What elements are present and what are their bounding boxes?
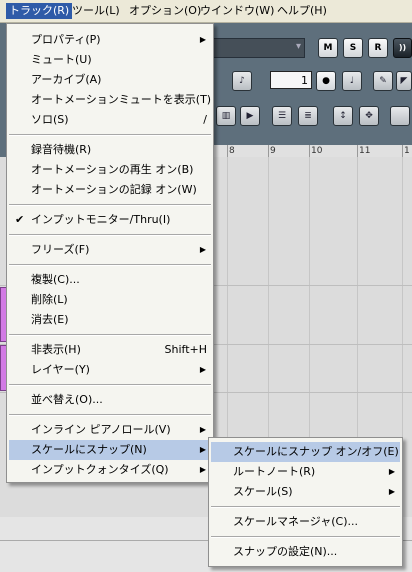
submenu-arrow-icon: ▶ <box>199 35 206 44</box>
menu-separator <box>9 204 211 206</box>
menu-item-input-quantize[interactable]: インプットクォンタイズ(Q) ▶ <box>9 460 211 480</box>
toolbar-button[interactable] <box>390 106 410 126</box>
menu-track[interactable]: トラック(R) <box>6 3 73 19</box>
menu-separator <box>9 134 211 136</box>
menu-item-properties[interactable]: プロパティ(P) ▶ <box>9 30 211 50</box>
speaker-icon[interactable]: ♪ <box>232 71 252 91</box>
snap-to-scale-submenu: スケールにスナップ オン/オフ(E) ルートノート(R) ▶ スケール(S) ▶ ス… <box>208 437 403 567</box>
list-icon[interactable]: ≣ <box>298 106 318 126</box>
menu-item-duplicate[interactable]: 複製(C)... <box>9 270 211 290</box>
menu-item-hide[interactable]: 非表示(H) Shift+H <box>9 340 211 360</box>
menu-item-sort[interactable]: 並べ替え(O)... <box>9 390 211 410</box>
mute-button[interactable]: M <box>318 38 338 58</box>
grid-icon[interactable]: ▥ <box>216 106 236 126</box>
ruler-mark: 8 <box>229 146 235 156</box>
menu-separator <box>9 414 211 416</box>
menu-item-archive[interactable]: アーカイブ(A) <box>9 70 211 90</box>
submenu-arrow-icon: ▶ <box>388 467 395 476</box>
menu-bar: トラック(R) ツール(L) オプション(O) ウインドウ(W) ヘルプ(H) <box>0 0 412 23</box>
check-icon: ✔ <box>15 213 25 226</box>
menu-separator <box>9 384 211 386</box>
menu-item-erase[interactable]: 消去(E) <box>9 310 211 330</box>
submenu-arrow-icon: ▶ <box>199 365 206 374</box>
fit-all-icon[interactable]: ✥ <box>359 106 379 126</box>
menu-item-automation-record[interactable]: オートメーションの記録 オン(W) <box>9 180 211 200</box>
track-menu: プロパティ(P) ▶ ミュート(U) アーカイブ(A) オートメーションミュートを… <box>6 23 214 483</box>
menu-item-inline-piano-roll[interactable]: インライン ピアノロール(V) ▶ <box>9 420 211 440</box>
menu-item-layer[interactable]: レイヤー(Y) ▶ <box>9 360 211 380</box>
number-field[interactable]: 1 <box>270 71 312 89</box>
pencil-icon[interactable]: ✎ <box>373 71 393 91</box>
menu-item-root-note[interactable]: ルートノート(R) ▶ <box>211 462 400 482</box>
submenu-arrow-icon: ▶ <box>388 487 395 496</box>
submenu-arrow-icon: ▶ <box>199 445 206 454</box>
ruler-mark: 1 <box>404 146 410 156</box>
paint-icon[interactable]: ◤ <box>396 71 412 91</box>
menu-separator <box>9 334 211 336</box>
menu-item-show-automation-mute[interactable]: オートメーションミュートを表示(T) <box>9 90 211 110</box>
menu-separator <box>9 234 211 236</box>
menu-item-solo[interactable]: ソロ(S) / <box>9 110 211 130</box>
submenu-arrow-icon: ▶ <box>199 245 206 254</box>
note-edit-icon[interactable]: ♩ <box>342 71 362 91</box>
select-icon[interactable]: ▶ <box>240 106 260 126</box>
list-icon[interactable]: ☰ <box>272 106 292 126</box>
menu-tools[interactable]: ツール(L) <box>69 3 123 19</box>
menu-item-automation-play[interactable]: オートメーションの再生 オン(B) <box>9 160 211 180</box>
menu-item-mute[interactable]: ミュート(U) <box>9 50 211 70</box>
track-select[interactable]: ▾ <box>210 38 305 58</box>
menu-item-scale-manager[interactable]: スケールマネージャ(C)... <box>211 512 400 532</box>
menu-item-scale[interactable]: スケール(S) ▶ <box>211 482 400 502</box>
ruler-mark: 11 <box>359 146 371 156</box>
menu-window[interactable]: ウインドウ(W) <box>197 3 277 19</box>
menu-item-delete[interactable]: 削除(L) <box>9 290 211 310</box>
menu-item-freeze[interactable]: フリーズ(F) ▶ <box>9 240 211 260</box>
record-arm-button[interactable]: R <box>368 38 388 58</box>
menu-item-record-arm[interactable]: 録音待機(R) <box>9 140 211 160</box>
ruler-mark: 9 <box>270 146 276 156</box>
menu-separator <box>9 264 211 266</box>
menu-separator <box>211 536 400 538</box>
menu-options[interactable]: オプション(O) <box>126 3 204 19</box>
chevron-down-icon: ▾ <box>295 41 301 52</box>
submenu-arrow-icon: ▶ <box>199 465 206 474</box>
monitor-button[interactable]: )) <box>393 38 412 58</box>
menu-item-snap-to-scale[interactable]: スケールにスナップ(N) ▶ <box>9 440 211 460</box>
menu-item-snap-toggle[interactable]: スケールにスナップ オン/オフ(E) <box>211 442 400 462</box>
menu-separator <box>211 506 400 508</box>
note-icon[interactable]: ● <box>316 71 336 91</box>
menu-item-input-monitor[interactable]: ✔ インプットモニター/Thru(I) <box>9 210 211 230</box>
menu-item-snap-settings[interactable]: スナップの設定(N)... <box>211 542 400 562</box>
solo-button[interactable]: S <box>343 38 363 58</box>
fit-vertical-icon[interactable]: ↕ <box>333 106 353 126</box>
ruler-mark: 10 <box>311 146 323 156</box>
menu-help[interactable]: ヘルプ(H) <box>274 3 330 19</box>
submenu-arrow-icon: ▶ <box>199 425 206 434</box>
